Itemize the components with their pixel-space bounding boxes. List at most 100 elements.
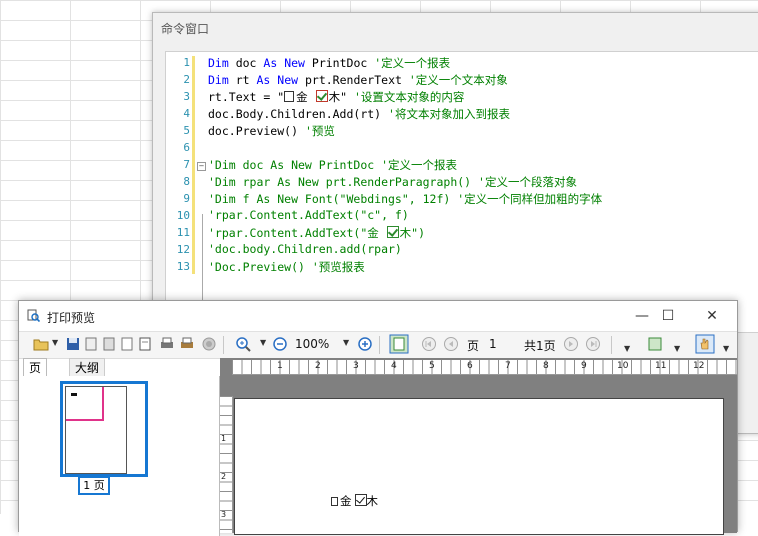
line-number: 7 xyxy=(183,158,190,171)
line-number: 2 xyxy=(183,73,190,86)
print-preview-window: 打印预览 — ☐ ✕ ▼ ▼ 100% ▼ 页 1 共1页 ▼ ▼ ▼ 页 大纲… xyxy=(18,300,738,536)
open-dropdown-icon[interactable]: ▼ xyxy=(52,338,58,347)
checkbox-glyph-icon xyxy=(354,494,367,506)
page-setup-icon[interactable] xyxy=(83,336,99,352)
navigation-tabs: 页 大纲 xyxy=(19,358,219,378)
line-number: 3 xyxy=(183,90,190,103)
page-text-part: 金 xyxy=(340,494,352,508)
zoom-dropdown-icon[interactable]: ▼ xyxy=(260,338,266,347)
line-number: 5 xyxy=(183,124,190,137)
code-line-2: Dim rt As New prt.RenderText '定义一个文本对象 xyxy=(208,72,508,88)
code-text: PrintDoc xyxy=(304,56,375,70)
ruler-label: 5 xyxy=(429,361,435,371)
code-comment: '将文本对象加入到报表 xyxy=(388,107,510,121)
toolbar-separator xyxy=(611,336,612,354)
print-icon[interactable] xyxy=(159,336,175,352)
code-comment: '预览 xyxy=(304,124,335,138)
square-glyph-icon xyxy=(284,91,295,102)
zoom-level-dropdown-icon[interactable]: ▼ xyxy=(343,338,349,347)
code-line-12: 'doc.body.Children.add(rpar) xyxy=(208,242,402,256)
zoom-out-icon[interactable] xyxy=(272,336,288,352)
code-line-9: 'Dim f As New Font("Webdings", 12f) '定义一… xyxy=(208,192,603,206)
code-text: rt.Text = " xyxy=(208,90,285,104)
tab-outline[interactable]: 大纲 xyxy=(69,358,106,378)
page-thumbnail[interactable] xyxy=(65,386,127,474)
previous-page-icon[interactable] xyxy=(443,336,459,352)
ruler-label: 1 xyxy=(221,434,227,443)
change-indicator-bar xyxy=(192,56,195,274)
line-number: 4 xyxy=(183,107,190,120)
code-editor[interactable]: 1 2 3 4 5 6 7 8 9 10 11 12 13 − Dim doc … xyxy=(165,51,758,333)
print-preview-icon xyxy=(27,309,40,322)
hand-tool-icon[interactable] xyxy=(695,334,715,354)
code-line-3: rt.Text = " 金 木" '设置文本对象的内容 xyxy=(208,89,464,105)
line-number: 13 xyxy=(176,260,190,273)
zoom-in-icon[interactable] xyxy=(235,336,251,352)
square-glyph-icon xyxy=(331,497,338,506)
code-text: doc xyxy=(228,56,264,70)
code-line-4: doc.Body.Children.Add(rt) '将文本对象加入到报表 xyxy=(208,106,510,122)
fold-toggle-icon[interactable]: − xyxy=(197,162,206,171)
code-line-11: 'rpar.Content.AddText("金 木") xyxy=(208,225,425,241)
preview-area[interactable]: 1 2 3 4 5 6 7 8 9 10 11 12 1 2 3 金木 xyxy=(220,358,737,535)
maximize-button[interactable]: ☐ xyxy=(653,305,683,327)
thumbnail-label: 1 页 xyxy=(78,476,110,495)
layout-dropdown-icon[interactable]: ▼ xyxy=(674,344,680,353)
last-page-icon[interactable] xyxy=(585,336,601,352)
preview-toolbar: ▼ ▼ 100% ▼ 页 1 共1页 ▼ ▼ ▼ xyxy=(19,331,737,359)
line-number: 11 xyxy=(176,226,190,239)
selected-thumbnail-frame[interactable] xyxy=(60,381,148,477)
ruler-label: 3 xyxy=(221,510,227,519)
document-icon[interactable] xyxy=(119,336,135,352)
stop-icon[interactable] xyxy=(201,336,217,352)
line-number: 9 xyxy=(183,192,190,205)
keyword: New xyxy=(284,56,305,70)
copy-icon[interactable] xyxy=(101,336,117,352)
page-layout-icon[interactable] xyxy=(647,336,663,352)
checkbox-glyph-icon xyxy=(315,90,328,102)
code-comment: 'rpar.Content.AddText("金 xyxy=(208,226,386,240)
ruler-label: 6 xyxy=(467,361,473,371)
thumbnail-view-icon[interactable] xyxy=(389,334,409,354)
ruler-label: 10 xyxy=(617,361,629,371)
horizontal-ruler: 1 2 3 4 5 6 7 8 9 10 11 12 xyxy=(232,360,737,375)
quick-print-icon[interactable] xyxy=(179,336,195,352)
code-line-8: 'Dim rpar As New prt.RenderParagraph() '… xyxy=(208,175,577,189)
code-line-13: 'Doc.Preview() '预览报表 xyxy=(208,260,365,274)
page-label: 页 xyxy=(467,339,480,353)
page-rendered-text: 金木 xyxy=(331,493,378,509)
tool-dropdown-icon[interactable]: ▼ xyxy=(723,344,729,353)
close-button[interactable]: ✕ xyxy=(697,305,727,327)
keyword: New xyxy=(277,73,299,87)
thumbnail-content-mark xyxy=(71,393,77,396)
page-number-input[interactable]: 1 xyxy=(489,337,497,351)
ruler-label: 9 xyxy=(581,361,587,371)
line-number: 10 xyxy=(176,209,190,222)
ruler-label: 1 xyxy=(277,361,283,371)
page-icon[interactable] xyxy=(137,336,153,352)
command-window-title: 命令窗口 xyxy=(161,22,210,36)
keyword: As xyxy=(263,56,278,70)
open-folder-icon[interactable] xyxy=(33,336,49,352)
title-bar[interactable]: 打印预览 — ☐ ✕ xyxy=(19,301,737,331)
overflow-dropdown-icon[interactable]: ▼ xyxy=(624,344,630,353)
window-title: 打印预览 xyxy=(47,311,96,325)
code-comment: '设置文本对象的内容 xyxy=(347,90,465,104)
next-page-icon[interactable] xyxy=(563,336,579,352)
ruler-label: 2 xyxy=(221,472,227,481)
line-number-gutter: 1 2 3 4 5 6 7 8 9 10 11 12 13 xyxy=(166,52,192,332)
save-icon[interactable] xyxy=(65,336,81,352)
zoom-level[interactable]: 100% xyxy=(295,337,329,351)
toolbar-separator xyxy=(223,336,224,354)
keyword: Dim xyxy=(208,56,229,70)
page-text-part: 木 xyxy=(366,494,379,508)
zoom-plus-icon[interactable] xyxy=(357,336,373,352)
first-page-icon[interactable] xyxy=(421,336,437,352)
page-total: 共1页 xyxy=(524,339,556,353)
preview-page: 金木 xyxy=(234,398,724,535)
keyword: As xyxy=(256,73,271,87)
tab-page[interactable]: 页 xyxy=(23,358,48,377)
code-text: rt xyxy=(228,73,257,87)
code-comment: '定义一个报表 xyxy=(374,56,451,70)
vertical-ruler: 1 2 3 xyxy=(220,396,233,533)
